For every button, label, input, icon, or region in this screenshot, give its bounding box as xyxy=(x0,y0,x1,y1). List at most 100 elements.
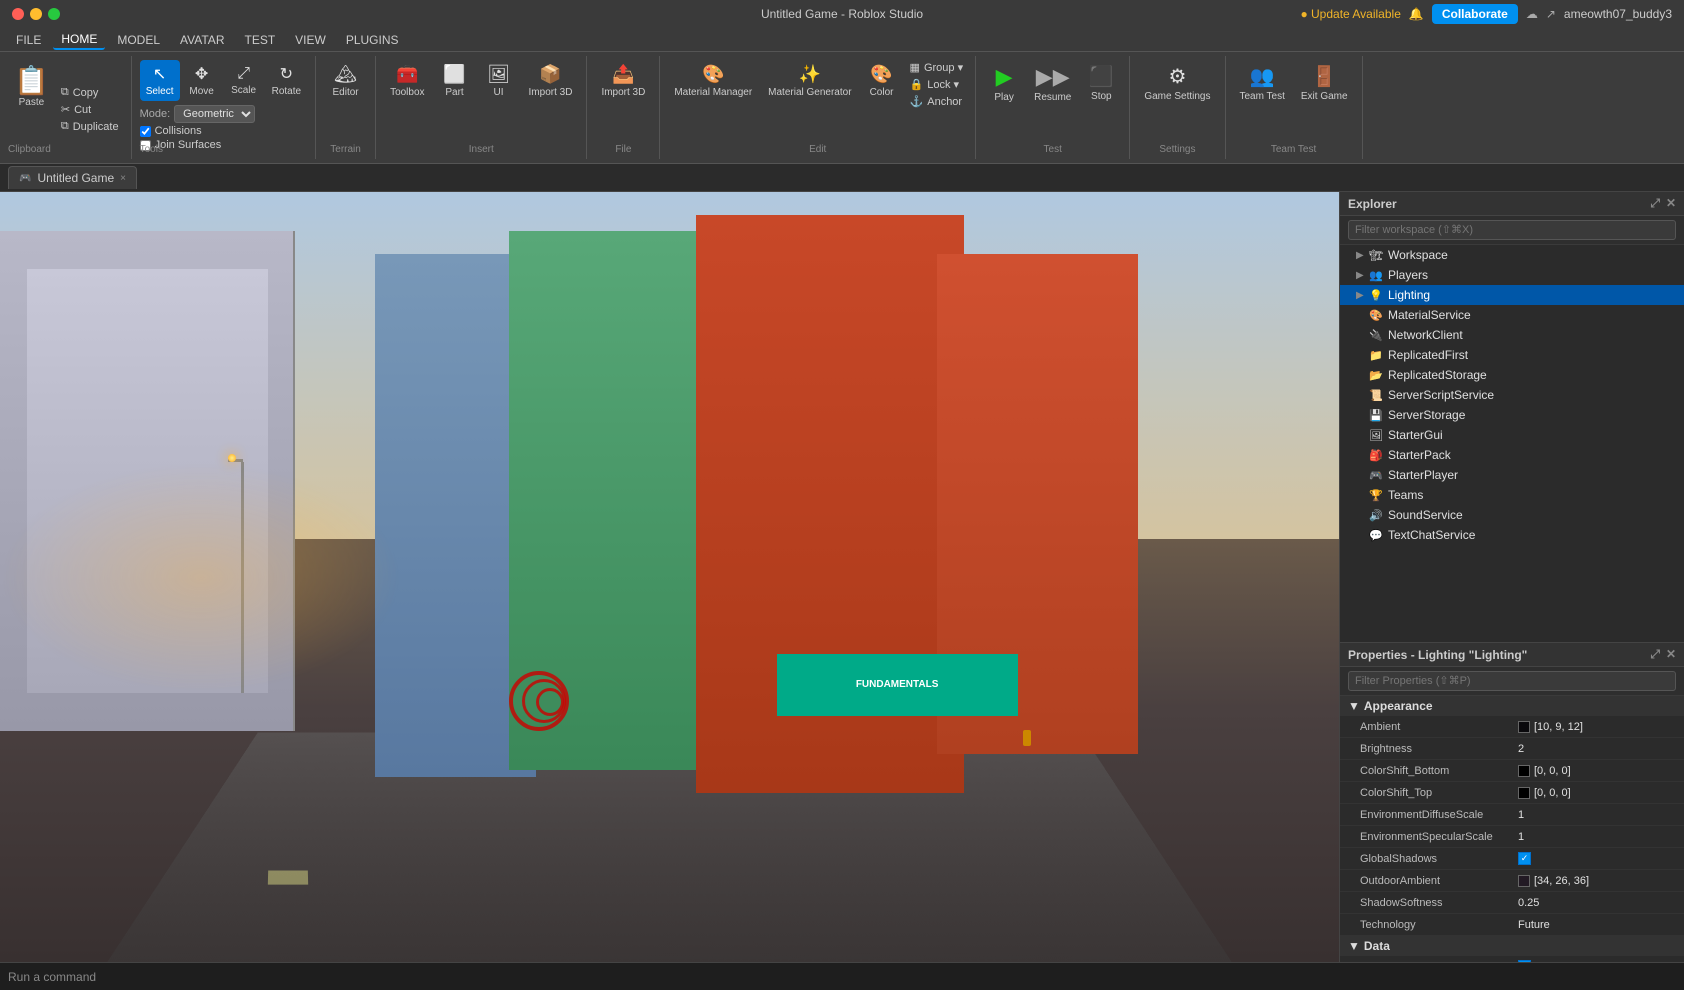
team-test-button[interactable]: 👥 Team Test xyxy=(1234,60,1291,106)
stop-button[interactable]: ⬛ Stop xyxy=(1081,60,1121,106)
duplicate-button[interactable]: ⧉ Duplicate xyxy=(57,119,123,134)
import3d-button[interactable]: 📦 Import 3D xyxy=(523,60,579,102)
command-prompt[interactable]: Run a command xyxy=(8,970,96,984)
viewport[interactable]: FUNDAMENTALS xyxy=(0,192,1339,962)
tree-item[interactable]: 📜 ServerScriptService xyxy=(1340,385,1684,405)
move-icon: ✥ xyxy=(195,64,208,84)
prop-row[interactable]: OutdoorAmbient [34, 26, 36] xyxy=(1340,870,1684,892)
explorer-expand-icon[interactable]: ⤢ xyxy=(1650,196,1660,211)
menu-model[interactable]: MODEL xyxy=(109,31,168,49)
prop-section-header[interactable]: ▼Appearance xyxy=(1340,696,1684,716)
notification-icon[interactable]: 🔔 xyxy=(1409,7,1424,21)
untitled-game-icon: 🎮 xyxy=(19,173,31,184)
tree-item-label: Lighting xyxy=(1388,288,1430,302)
mode-select[interactable]: Geometric xyxy=(174,105,255,123)
prop-row[interactable]: Brightness 2 xyxy=(1340,738,1684,760)
tree-item[interactable]: ▶ 💡 Lighting xyxy=(1340,285,1684,305)
prop-row[interactable]: EnvironmentSpecularScale 1 xyxy=(1340,826,1684,848)
prop-value-text: [0, 0, 0] xyxy=(1534,765,1571,777)
menu-plugins[interactable]: PLUGINS xyxy=(338,31,407,49)
menu-view[interactable]: VIEW xyxy=(287,31,334,49)
menu-home[interactable]: HOME xyxy=(53,30,105,50)
prop-checkbox[interactable]: ✓ xyxy=(1518,852,1531,865)
menu-file[interactable]: FILE xyxy=(8,31,49,49)
anchor-button[interactable]: ⚓ Anchor xyxy=(906,94,968,109)
explorer-filter-input[interactable] xyxy=(1348,220,1676,240)
tree-item[interactable]: 📂 ReplicatedStorage xyxy=(1340,365,1684,385)
scale-button[interactable]: ⤢ Scale xyxy=(224,60,264,101)
cut-button[interactable]: ✂ Cut xyxy=(57,102,123,117)
paste-label: Paste xyxy=(19,97,45,108)
tree-item[interactable]: 💾 ServerStorage xyxy=(1340,405,1684,425)
group-button[interactable]: ▦ Group ▾ xyxy=(906,60,968,75)
prop-section-header[interactable]: ▼Data xyxy=(1340,936,1684,956)
select-button[interactable]: ↖ Select xyxy=(140,60,180,101)
game-settings-button[interactable]: ⚙ Game Settings xyxy=(1138,60,1216,106)
viewport-tab-close[interactable]: × xyxy=(120,173,126,184)
close-button[interactable] xyxy=(12,8,24,20)
prop-value: 0.25 xyxy=(1518,897,1676,909)
prop-row[interactable]: Archivable ✓ xyxy=(1340,956,1684,962)
properties-close-icon[interactable]: ✕ xyxy=(1666,647,1676,662)
explorer-tree: ▶ 🏗 Workspace ▶ 👥 Players ▶ 💡 Lighting 🎨… xyxy=(1340,245,1684,642)
tree-item[interactable]: 📁 ReplicatedFirst xyxy=(1340,345,1684,365)
tree-item[interactable]: 🔊 SoundService xyxy=(1340,505,1684,525)
prop-row[interactable]: Technology Future xyxy=(1340,914,1684,936)
update-available[interactable]: ● Update Available xyxy=(1300,7,1400,21)
tree-item[interactable]: 🎮 StarterPlayer xyxy=(1340,465,1684,485)
move-button[interactable]: ✥ Move xyxy=(182,60,222,101)
editor-button[interactable]: 🏔 Editor xyxy=(326,60,366,102)
explorer-header: Explorer ⤢ ✕ xyxy=(1340,192,1684,216)
window-controls[interactable] xyxy=(12,8,60,20)
section-name: Appearance xyxy=(1364,699,1433,713)
prop-value-text: [34, 26, 36] xyxy=(1534,875,1589,887)
tree-item[interactable]: 🔌 NetworkClient xyxy=(1340,325,1684,345)
material-manager-button[interactable]: 🎨 Material Manager xyxy=(668,60,758,102)
prop-row[interactable]: Ambient [10, 9, 12] xyxy=(1340,716,1684,738)
tree-item[interactable]: 💬 TextChatService xyxy=(1340,525,1684,545)
part-button[interactable]: ⬜ Part xyxy=(435,60,475,102)
menu-test[interactable]: TEST xyxy=(236,31,283,49)
toolbox-button[interactable]: 🧰 Toolbox xyxy=(384,60,430,102)
tree-item[interactable]: 🎒 StarterPack xyxy=(1340,445,1684,465)
share-icon[interactable]: ↗ xyxy=(1546,7,1556,21)
exit-game-button[interactable]: 🚪 Exit Game xyxy=(1295,60,1354,106)
prop-name: EnvironmentSpecularScale xyxy=(1360,831,1518,843)
lock-button[interactable]: 🔒 Lock ▾ xyxy=(906,77,968,92)
tree-item-icon: 🖼 xyxy=(1368,427,1384,443)
import-button[interactable]: 📤 Import 3D xyxy=(595,60,651,102)
resume-button[interactable]: ▶▶ Resume xyxy=(1028,60,1077,107)
material-generator-button[interactable]: ✨ Material Generator xyxy=(762,60,857,102)
explorer-close-icon[interactable]: ✕ xyxy=(1666,196,1676,211)
prop-row[interactable]: ShadowSoftness 0.25 xyxy=(1340,892,1684,914)
ui-button[interactable]: 🖼 UI xyxy=(479,60,519,102)
prop-row[interactable]: ColorShift_Bottom [0, 0, 0] xyxy=(1340,760,1684,782)
copy-button[interactable]: ⧉ Copy xyxy=(57,85,123,100)
prop-row[interactable]: ColorShift_Top [0, 0, 0] xyxy=(1340,782,1684,804)
tree-item-icon: 💡 xyxy=(1368,287,1384,303)
collisions-checkbox[interactable] xyxy=(140,126,151,137)
prop-row[interactable]: EnvironmentDiffuseScale 1 xyxy=(1340,804,1684,826)
color-button[interactable]: 🎨 Color xyxy=(862,60,902,102)
tree-item-label: StarterPack xyxy=(1388,448,1451,462)
anchor-icon: ⚓ xyxy=(910,95,924,108)
minimize-button[interactable] xyxy=(30,8,42,20)
tree-item[interactable]: ▶ 👥 Players xyxy=(1340,265,1684,285)
paste-icon: 📋 xyxy=(14,64,49,97)
play-button[interactable]: ▶ Play xyxy=(984,60,1024,107)
rotate-button[interactable]: ↻ Rotate xyxy=(266,60,307,101)
menu-avatar[interactable]: AVATAR xyxy=(172,31,232,49)
tree-item[interactable]: 🏆 Teams xyxy=(1340,485,1684,505)
prop-checkbox[interactable]: ✓ xyxy=(1518,960,1531,962)
prop-color-swatch xyxy=(1518,875,1530,887)
properties-expand-icon[interactable]: ⤢ xyxy=(1650,647,1660,662)
tree-item[interactable]: 🎨 MaterialService xyxy=(1340,305,1684,325)
prop-row[interactable]: GlobalShadows ✓ xyxy=(1340,848,1684,870)
maximize-button[interactable] xyxy=(48,8,60,20)
collaborate-button[interactable]: Collaborate xyxy=(1432,4,1518,24)
viewport-tab[interactable]: 🎮 Untitled Game × xyxy=(8,166,137,189)
tree-item[interactable]: ▶ 🏗 Workspace xyxy=(1340,245,1684,265)
properties-filter-input[interactable] xyxy=(1348,671,1676,691)
tree-item[interactable]: 🖼 StarterGui xyxy=(1340,425,1684,445)
tree-item-label: ServerScriptService xyxy=(1388,388,1494,402)
